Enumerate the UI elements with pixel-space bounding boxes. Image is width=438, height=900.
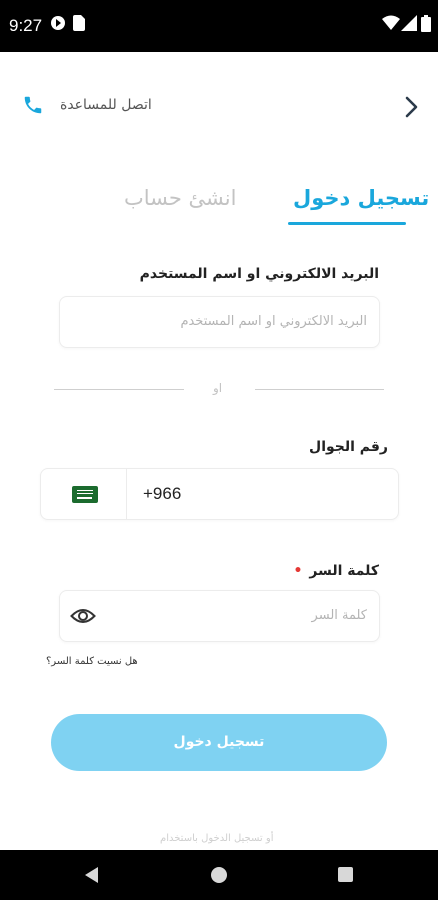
password-field[interactable]: كلمة السر (59, 590, 380, 642)
or-label: او (213, 381, 223, 395)
phone-input[interactable]: +966 (143, 484, 181, 504)
wifi-icon (382, 15, 400, 30)
alt-login-hint: أو تسجيل الدخول باستخدام (160, 833, 274, 844)
divider-right (255, 389, 384, 390)
password-placeholder: كلمة السر (311, 608, 367, 623)
signal-icon (401, 15, 417, 31)
home-circle-icon[interactable] (211, 867, 227, 883)
help-row: اتصل للمساعدة (0, 80, 438, 132)
status-time: 9:27 (9, 16, 43, 35)
email-field[interactable]: البريد الالكتروني او اسم المستخدم (59, 296, 380, 348)
back-triangle-icon[interactable] (84, 866, 100, 884)
phone-field[interactable]: +966 (40, 468, 399, 520)
password-label-text: كلمة السر (309, 563, 379, 579)
required-marker: • (293, 563, 303, 579)
divider-left (54, 389, 184, 390)
status-bar: 9:27 (0, 0, 438, 52)
system-nav-bar (0, 850, 438, 900)
tab-signup[interactable]: انشئ حساب (124, 186, 236, 210)
login-button[interactable]: تسجيل دخول (51, 714, 387, 771)
battery-icon (421, 15, 431, 32)
chevron-right-icon[interactable] (400, 94, 422, 120)
email-label: البريد الالكتروني او اسم المستخدم (139, 266, 379, 282)
country-code-picker[interactable] (41, 469, 127, 519)
phone-label: رقم الجوال (309, 439, 388, 455)
forgot-password-link[interactable]: هل نسيت كلمة السر؟ (46, 656, 138, 667)
phone-icon[interactable] (22, 94, 44, 116)
password-label: كلمة السر • (294, 563, 379, 579)
recent-square-icon[interactable] (338, 867, 353, 882)
eye-icon[interactable] (70, 606, 96, 626)
circle-status-icon (51, 16, 65, 30)
sim-card-icon (73, 15, 85, 31)
saudi-flag-icon (72, 486, 98, 503)
help-label[interactable]: اتصل للمساعدة (60, 97, 152, 113)
tab-login[interactable]: تسجيل دخول (293, 186, 429, 210)
email-placeholder: البريد الالكتروني او اسم المستخدم (180, 314, 367, 329)
active-tab-indicator (288, 222, 406, 225)
